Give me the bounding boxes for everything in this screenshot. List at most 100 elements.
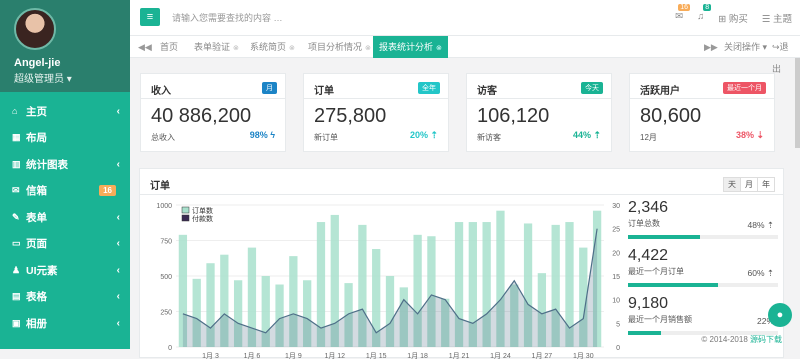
stat-value: 40 886,200 bbox=[151, 105, 252, 127]
period-month-button[interactable]: 月 bbox=[740, 178, 757, 191]
tab-form-validation[interactable]: 表单验证 ⊗ bbox=[188, 36, 245, 58]
orders-chart: 025050075010000510152025301月 3 1月 6 1月 9 1月… bbox=[156, 203, 620, 359]
y-tick-label: 250 bbox=[160, 310, 172, 317]
nav-icon: ▦ bbox=[12, 132, 21, 143]
stat-value: 80,600 bbox=[640, 105, 702, 127]
sidebar-item-label: 统计图表 bbox=[26, 158, 68, 171]
menu-toggle-button[interactable]: ≡ bbox=[140, 8, 160, 26]
buy-link[interactable]: ⊞ 购买 bbox=[718, 11, 748, 25]
sidebar-item-label: 信箱 bbox=[26, 185, 47, 198]
sidebar-item[interactable]: ▣ 相册 ‹ bbox=[0, 310, 130, 337]
stat-card: 订单 全年 275,800 新订单 20% ⇡ bbox=[303, 73, 449, 152]
cart-icon: ⊞ bbox=[718, 14, 729, 25]
source-download-link[interactable]: 源码下载 bbox=[750, 335, 782, 344]
panel-title: 订单 bbox=[150, 181, 170, 192]
close-icon[interactable]: ⊗ bbox=[365, 45, 371, 52]
tab-label: 项目分析情况 bbox=[308, 42, 363, 52]
x-tick-label: 1月 30 bbox=[573, 352, 594, 359]
theme-icon: ☰ bbox=[761, 14, 773, 25]
period-toggle: 天 月 年 bbox=[723, 177, 775, 192]
period-year-button[interactable]: 年 bbox=[757, 178, 774, 191]
mail-icon[interactable]: ✉ 16 bbox=[675, 4, 691, 25]
y2-tick-label: 5 bbox=[616, 321, 620, 328]
stat-title: 活跃用户 bbox=[640, 86, 680, 97]
exit-button[interactable]: ↪退出 bbox=[766, 36, 800, 74]
side-stat-value: 4,422 bbox=[628, 247, 669, 264]
chat-icon[interactable]: ● bbox=[768, 303, 792, 327]
chevron-left-icon: ‹ bbox=[116, 211, 120, 223]
tab-home[interactable]: 首页 bbox=[154, 36, 184, 58]
scrollbar[interactable] bbox=[795, 58, 800, 148]
sidebar-item[interactable]: ♟ UI元素 ‹ bbox=[0, 257, 130, 284]
sidebar: Angel-jie 超级管理员 ▾ ⌂ 主页 ‹ ▦ 布局 ▥ 统计图表 ‹ ✉ 信箱 16 ✎ 表单 ‹… bbox=[0, 0, 130, 349]
sidebar-item-label: UI元素 bbox=[26, 264, 58, 277]
sidebar-nav: ⌂ 主页 ‹ ▦ 布局 ▥ 统计图表 ‹ ✉ 信箱 16 ✎ 表单 ‹ ▭ 页面 ‹ ♟ UI元素 ‹ ▤ 表格 ‹ ▣ 相册 ‹ bbox=[0, 92, 130, 349]
tab-system-page[interactable]: 系统简页 ⊗ bbox=[244, 36, 301, 58]
stat-percent: 38% ⇣ bbox=[735, 130, 764, 140]
sidebar-item[interactable]: ✉ 信箱 16 bbox=[0, 178, 130, 205]
y2-tick-label: 10 bbox=[612, 298, 620, 305]
sidebar-item[interactable]: ▭ 页面 ‹ bbox=[0, 231, 130, 258]
x-tick-label: 1月 15 bbox=[366, 352, 387, 359]
close-icon[interactable]: ⊗ bbox=[436, 45, 442, 52]
side-stat: 4,422 最近一个月订单 60% ⇡ bbox=[628, 247, 778, 295]
stat-card: 活跃用户 最近一个月 80,600 12月 38% ⇣ bbox=[629, 73, 775, 152]
sidebar-item-label: 相册 bbox=[26, 317, 47, 330]
sidebar-item[interactable]: ⌂ 主页 ‹ bbox=[0, 98, 130, 125]
close-icon[interactable]: ⊗ bbox=[233, 45, 239, 52]
close-icon[interactable]: ⊗ bbox=[289, 45, 295, 52]
side-stat-label: 最近一个月销售额 bbox=[628, 315, 692, 324]
mail-count-badge: 16 bbox=[678, 4, 691, 11]
stat-subtitle: 12月 bbox=[640, 133, 657, 142]
tab-report-analysis[interactable]: 报表统计分析 ⊗ bbox=[373, 36, 448, 58]
stat-title: 收入 bbox=[151, 86, 171, 97]
side-stat: 2,346 订单总数 48% ⇡ bbox=[628, 199, 778, 247]
chevron-left-icon: ‹ bbox=[116, 291, 120, 303]
close-ops-dropdown[interactable]: 关闭操作 ▾ bbox=[718, 36, 773, 58]
stat-badge: 月 bbox=[262, 82, 277, 94]
stat-card: 收入 月 40 886,200 总收入 98% ϟ bbox=[140, 73, 286, 152]
sidebar-item[interactable]: ▥ 统计图表 ‹ bbox=[0, 151, 130, 178]
chevron-left-icon: ‹ bbox=[116, 158, 120, 170]
bell-icon[interactable]: ♫ 8 bbox=[697, 4, 712, 25]
buy-label: 购买 bbox=[728, 14, 748, 25]
stat-percent: 98% ϟ bbox=[249, 130, 275, 140]
legend-label: 付款数 bbox=[192, 214, 213, 223]
progress-bar bbox=[628, 283, 778, 287]
chevron-left-icon: ‹ bbox=[116, 317, 120, 329]
chevron-left-icon: ‹ bbox=[116, 105, 120, 117]
progress-bar bbox=[628, 235, 778, 239]
avatar[interactable] bbox=[14, 8, 56, 50]
tab-project-analysis[interactable]: 项目分析情况 ⊗ bbox=[302, 36, 377, 58]
tab-label: 首页 bbox=[160, 42, 179, 52]
stat-card: 访客 今天 106,120 新访客 44% ⇡ bbox=[466, 73, 612, 152]
profile-name: Angel-jie bbox=[14, 57, 61, 69]
sidebar-item-label: 表格 bbox=[26, 291, 47, 304]
legend-swatch bbox=[181, 214, 190, 222]
sidebar-item[interactable]: ▦ 布局 bbox=[0, 125, 130, 152]
search-input[interactable]: 请输入您需要查找的内容 … bbox=[172, 11, 283, 24]
sidebar-item[interactable]: ✎ 表单 ‹ bbox=[0, 204, 130, 231]
stat-badge: 今天 bbox=[581, 82, 603, 94]
x-tick-label: 1月 18 bbox=[407, 352, 428, 359]
stat-badge: 最近一个月 bbox=[723, 82, 766, 94]
stat-title: 访客 bbox=[477, 86, 497, 97]
x-tick-label: 1月 12 bbox=[324, 352, 345, 359]
stat-percent: 20% ⇡ bbox=[409, 130, 438, 140]
profile-role-dropdown[interactable]: 超级管理员 ▾ bbox=[14, 70, 72, 85]
period-day-button[interactable]: 天 bbox=[724, 178, 740, 191]
theme-link[interactable]: ☰ 主题 bbox=[762, 11, 792, 25]
mail-count-badge: 16 bbox=[99, 185, 116, 197]
copyright-text: © 2014-2018 bbox=[701, 335, 750, 344]
sidebar-item-label: 页面 bbox=[26, 238, 47, 251]
x-tick-label: 1月 27 bbox=[532, 352, 553, 359]
copyright: © 2014-2018 源码下载 bbox=[701, 334, 782, 345]
stat-value: 275,800 bbox=[314, 105, 387, 127]
x-tick-label: 1月 9 bbox=[285, 352, 302, 359]
nav-icon: ▥ bbox=[12, 158, 21, 169]
stat-percent: 44% ⇡ bbox=[572, 130, 601, 140]
sidebar-item[interactable]: ▤ 表格 ‹ bbox=[0, 284, 130, 311]
side-stat-percent: 48% ⇡ bbox=[747, 220, 775, 230]
side-stat-value: 2,346 bbox=[628, 199, 669, 216]
nav-icon: ✉ bbox=[12, 185, 20, 196]
